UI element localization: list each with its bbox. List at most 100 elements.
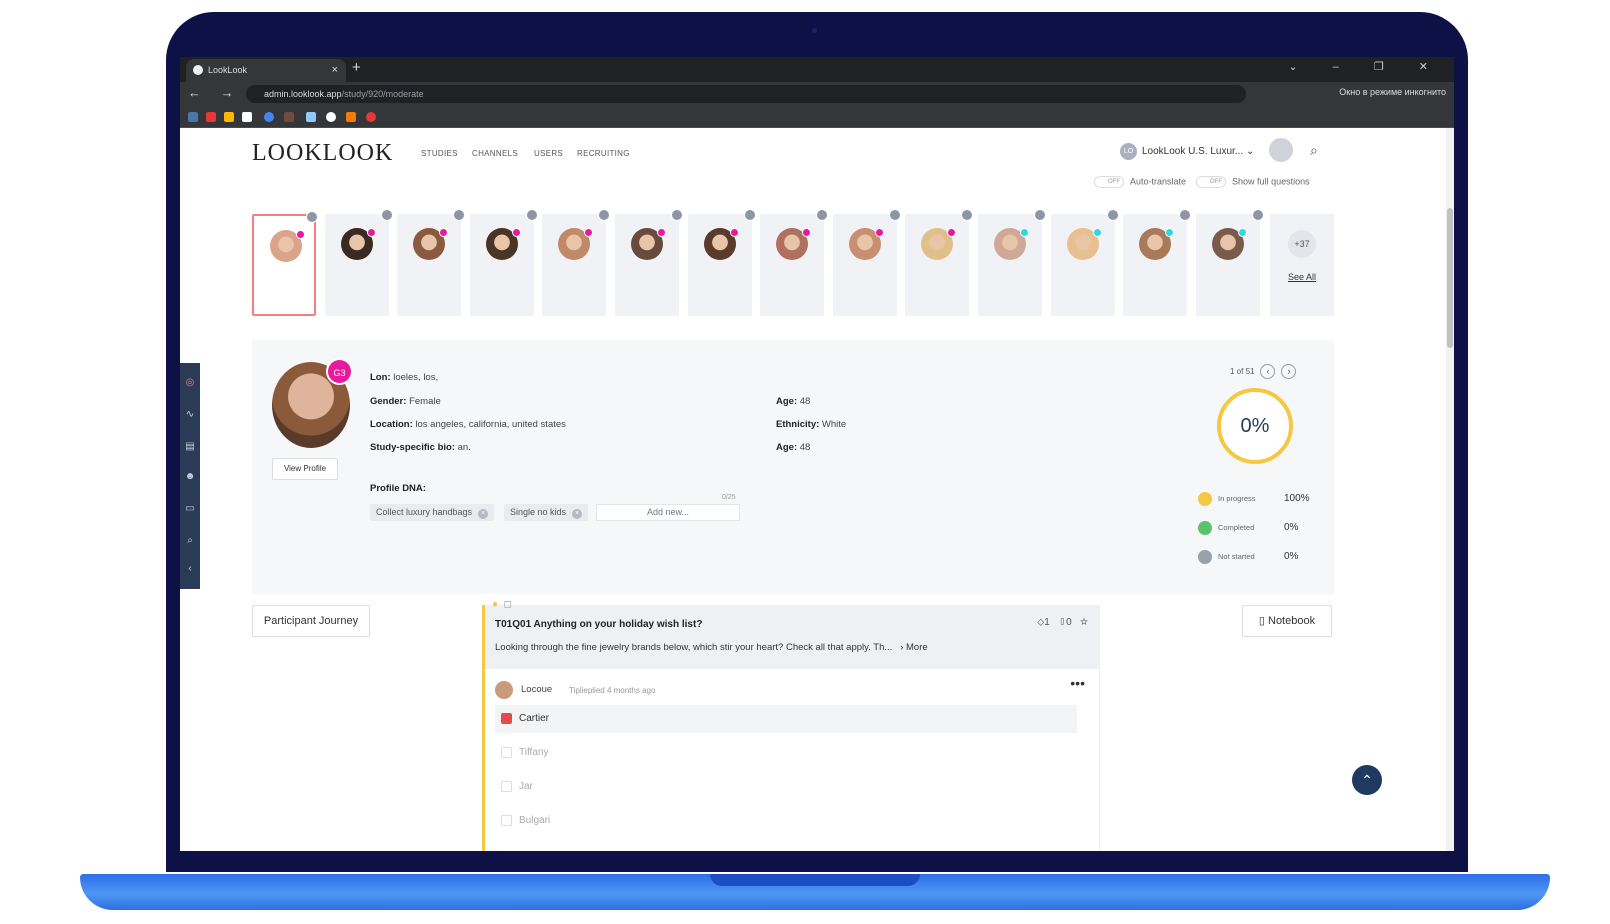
scrollbar-thumb[interactable] bbox=[1447, 208, 1453, 348]
check-icon bbox=[1198, 521, 1212, 535]
participant-card[interactable] bbox=[252, 211, 318, 316]
chip-label: Collect luxury handbags bbox=[376, 507, 473, 517]
option-label: Tiffany bbox=[519, 747, 549, 758]
pin-icon[interactable] bbox=[1106, 209, 1119, 221]
incognito-label[interactable]: Окно в режиме инкогнито bbox=[1339, 87, 1446, 97]
question-actions: ⬦1 ▯0 ☆ bbox=[1037, 617, 1088, 628]
bookmark-globe-icon[interactable] bbox=[264, 112, 274, 122]
pin-icon[interactable] bbox=[1179, 209, 1192, 221]
bookmark-icon[interactable] bbox=[346, 112, 356, 122]
participant-card[interactable] bbox=[615, 209, 683, 316]
pin-icon[interactable] bbox=[598, 209, 611, 221]
pin-icon[interactable] bbox=[743, 209, 756, 221]
pin-icon[interactable] bbox=[816, 209, 829, 221]
question-header: T01Q01 Anything on your holiday wish lis… bbox=[485, 605, 1100, 669]
view-profile-button[interactable]: View Profile bbox=[272, 458, 338, 480]
participant-card[interactable] bbox=[978, 209, 1046, 316]
new-tab-button[interactable]: + bbox=[352, 59, 361, 76]
pin-icon[interactable] bbox=[888, 209, 901, 221]
field-label: Age: bbox=[776, 396, 798, 407]
pin-icon[interactable] bbox=[1251, 209, 1264, 221]
nav-users[interactable]: USERS bbox=[534, 149, 563, 158]
notebook-button[interactable]: ▯ Notebook bbox=[1242, 605, 1332, 637]
see-all-link[interactable]: See All bbox=[1270, 272, 1334, 282]
add-dna-input[interactable]: Add new... bbox=[596, 504, 740, 521]
collapse-icon[interactable]: ‹ bbox=[184, 563, 196, 575]
participant-card[interactable] bbox=[760, 209, 829, 316]
chip-remove-icon[interactable]: × bbox=[572, 509, 583, 519]
nav-channels[interactable]: CHANNELS bbox=[472, 149, 518, 158]
pin-icon[interactable] bbox=[306, 211, 318, 223]
pin-icon[interactable] bbox=[453, 209, 466, 221]
more-link[interactable]: › More bbox=[900, 642, 927, 653]
prev-icon[interactable]: ‹ bbox=[1260, 364, 1276, 379]
stat-in-progress: In progress 100% bbox=[1198, 492, 1310, 506]
status-dot-icon bbox=[947, 228, 957, 237]
search-icon[interactable]: ⌕ bbox=[1310, 142, 1318, 159]
chat-icon[interactable]: ◎ bbox=[184, 377, 196, 389]
answer-name[interactable]: Locoue bbox=[521, 684, 552, 695]
pin-icon[interactable] bbox=[380, 209, 393, 221]
url-host: admin.looklook.app bbox=[264, 89, 342, 99]
pin-icon[interactable] bbox=[961, 209, 974, 221]
bookmark-youtube-icon[interactable] bbox=[206, 112, 216, 122]
checkbox-icon bbox=[501, 781, 512, 792]
participant-card[interactable] bbox=[1195, 209, 1264, 316]
status-dot-icon bbox=[657, 228, 666, 237]
answer-avatar bbox=[495, 681, 513, 699]
star-icon[interactable]: ☆ bbox=[1080, 617, 1088, 628]
account-name: LookLook U.S. Luxur... bbox=[1142, 146, 1244, 158]
bookmark-icon[interactable] bbox=[242, 112, 252, 122]
bookmark-icon[interactable] bbox=[326, 112, 336, 122]
page-scrollbar[interactable] bbox=[1446, 128, 1454, 851]
full-questions-toggle[interactable]: OFF bbox=[1196, 176, 1227, 188]
participant-card[interactable] bbox=[1123, 209, 1192, 316]
chip-remove-icon[interactable]: × bbox=[478, 509, 489, 519]
window-controls[interactable]: ⌄ – ❐ ✕ bbox=[1288, 60, 1444, 73]
account-switcher[interactable]: LO LookLook U.S. Luxur... ⌄ bbox=[1120, 143, 1254, 160]
next-icon[interactable]: › bbox=[1281, 364, 1297, 379]
nav-studies[interactable]: STUDIES bbox=[421, 149, 458, 158]
nav-recruiting[interactable]: RECRUITING bbox=[577, 149, 630, 158]
dna-count: 0/25 bbox=[722, 494, 736, 501]
url-field[interactable]: admin.looklook.app/study/920/moderate bbox=[246, 85, 1246, 103]
page: LOOKLOOK STUDIES CHANNELS USERS RECRUITI… bbox=[180, 128, 1454, 851]
auto-translate-toggle[interactable]: OFF bbox=[1094, 176, 1124, 188]
stat-value: 0% bbox=[1284, 551, 1299, 562]
question-title: T01Q01 Anything on your holiday wish lis… bbox=[495, 619, 703, 630]
participant-journey-button[interactable]: Participant Journey bbox=[252, 605, 370, 637]
looklook-logo[interactable]: LOOKLOOK bbox=[252, 140, 393, 167]
participant-card[interactable] bbox=[832, 209, 901, 316]
participant-card[interactable] bbox=[324, 209, 393, 316]
bookmark-icon[interactable] bbox=[306, 112, 316, 122]
pin-icon[interactable] bbox=[1034, 209, 1046, 221]
file-icon[interactable]: ▯ bbox=[1058, 617, 1066, 628]
document-icon[interactable]: ▤ bbox=[184, 441, 196, 453]
bookmark-vk-icon[interactable] bbox=[188, 112, 198, 122]
participant-card[interactable] bbox=[397, 209, 466, 316]
participant-strip: +37 See All bbox=[252, 209, 1334, 316]
tab-close-icon[interactable]: × bbox=[332, 59, 338, 82]
participant-card[interactable] bbox=[905, 209, 974, 316]
more-options-icon[interactable]: ••• bbox=[1070, 675, 1085, 691]
browser-tab[interactable]: LookLook × bbox=[186, 59, 346, 82]
participant-card[interactable] bbox=[687, 209, 756, 316]
participant-card[interactable] bbox=[469, 209, 538, 316]
field-value: an. bbox=[457, 442, 471, 453]
bookmark-icon[interactable] bbox=[366, 112, 376, 122]
see-all-card[interactable]: +37 See All bbox=[1270, 214, 1334, 316]
pin-icon[interactable] bbox=[525, 209, 538, 221]
bookmark-icon[interactable] bbox=[284, 112, 294, 122]
search-icon[interactable]: ⌕ bbox=[184, 535, 196, 547]
participant-card[interactable] bbox=[1050, 209, 1119, 316]
message-icon[interactable]: ▭ bbox=[184, 503, 196, 515]
activity-icon[interactable]: ∿ bbox=[184, 409, 196, 421]
scroll-top-button[interactable]: ⌃ bbox=[1352, 765, 1382, 795]
users-icon[interactable]: ☻ bbox=[184, 471, 196, 483]
bookmark-icon[interactable] bbox=[224, 112, 234, 122]
participant-card[interactable] bbox=[542, 209, 611, 316]
user-avatar[interactable] bbox=[1269, 138, 1293, 162]
field-label: Ethnicity: bbox=[776, 419, 820, 430]
stat-not-started: Not started 0% bbox=[1198, 550, 1298, 564]
pin-icon[interactable] bbox=[671, 209, 683, 221]
